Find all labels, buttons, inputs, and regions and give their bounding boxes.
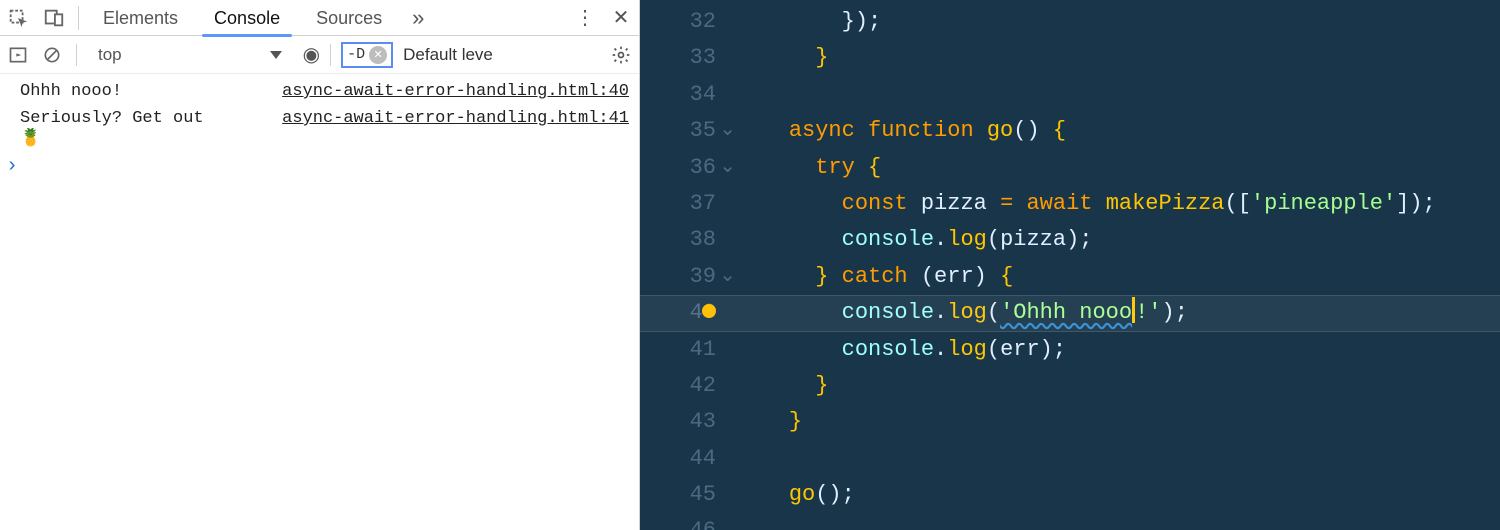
- clear-console-icon[interactable]: [42, 45, 66, 65]
- log-levels-select[interactable]: Default leve: [403, 45, 511, 65]
- console-toolbar: top ◉ -D ✕ Default leve: [0, 36, 639, 74]
- tab-sources[interactable]: Sources: [298, 0, 400, 36]
- log-message: Seriously? Get out 🍍: [20, 109, 220, 149]
- editor-gutter: 323334353637383940414243444546: [640, 0, 736, 530]
- editor-code[interactable]: }); } async function go() { try { const …: [736, 0, 1500, 530]
- divider: [330, 44, 331, 66]
- line-number[interactable]: 32: [640, 4, 736, 40]
- log-source-link[interactable]: async-await-error-handling.html:41: [282, 109, 629, 128]
- line-number[interactable]: 37: [640, 186, 736, 222]
- divider: [76, 44, 77, 66]
- code-editor[interactable]: 323334353637383940414243444546 }); } asy…: [640, 0, 1500, 530]
- chevron-down-icon: [270, 51, 282, 59]
- console-output: Ohhh nooo! async-await-error-handling.ht…: [0, 74, 639, 530]
- line-number[interactable]: 34: [640, 77, 736, 113]
- code-line[interactable]: [736, 513, 1500, 530]
- console-log-row: Ohhh nooo! async-await-error-handling.ht…: [0, 80, 639, 107]
- code-line[interactable]: }: [736, 40, 1500, 76]
- devtools-panel: Elements Console Sources » ⋮ ✕ top ◉ -D …: [0, 0, 640, 530]
- line-number[interactable]: 44: [640, 441, 736, 477]
- clear-filter-icon[interactable]: ✕: [369, 46, 387, 64]
- filter-value: -D: [347, 46, 365, 63]
- line-number[interactable]: 33: [640, 40, 736, 76]
- inspect-icon[interactable]: [0, 7, 36, 29]
- line-number[interactable]: 39: [640, 259, 736, 295]
- line-number[interactable]: 45: [640, 477, 736, 513]
- context-value: top: [98, 45, 122, 65]
- console-log-row: Seriously? Get out 🍍 async-await-error-h…: [0, 107, 639, 155]
- code-line[interactable]: } catch (err) {: [736, 259, 1500, 295]
- line-number[interactable]: 41: [640, 332, 736, 368]
- line-number[interactable]: 43: [640, 404, 736, 440]
- code-line[interactable]: }: [736, 368, 1500, 404]
- gear-icon[interactable]: [611, 45, 631, 65]
- line-number[interactable]: 42: [640, 368, 736, 404]
- tabs-overflow-icon[interactable]: »: [400, 5, 436, 31]
- code-line[interactable]: go();: [736, 477, 1500, 513]
- devtools-tab-bar: Elements Console Sources » ⋮ ✕: [0, 0, 639, 36]
- code-line[interactable]: const pizza = await makePizza(['pineappl…: [736, 186, 1500, 222]
- log-message: Ohhh nooo!: [20, 82, 220, 101]
- close-icon[interactable]: ✕: [603, 5, 639, 30]
- divider: [78, 6, 79, 30]
- code-line[interactable]: console.log(err);: [736, 332, 1500, 368]
- toggle-sidebar-icon[interactable]: [8, 45, 32, 65]
- console-prompt[interactable]: ›: [0, 155, 639, 178]
- code-line[interactable]: [736, 441, 1500, 477]
- code-line[interactable]: async function go() {: [736, 113, 1500, 149]
- code-line[interactable]: try {: [736, 150, 1500, 186]
- context-select[interactable]: top: [87, 42, 293, 68]
- device-toggle-icon[interactable]: [36, 7, 72, 29]
- console-filter-input[interactable]: -D ✕: [341, 42, 393, 68]
- code-line[interactable]: console.log(pizza);: [736, 222, 1500, 258]
- line-number[interactable]: 38: [640, 222, 736, 258]
- kebab-menu-icon[interactable]: ⋮: [567, 5, 603, 30]
- line-number[interactable]: 36: [640, 150, 736, 186]
- line-highlight: [640, 295, 1500, 331]
- tab-console[interactable]: Console: [196, 0, 298, 36]
- line-number[interactable]: 35: [640, 113, 736, 149]
- tab-elements[interactable]: Elements: [85, 0, 196, 36]
- live-expression-icon[interactable]: ◉: [303, 42, 320, 67]
- log-source-link[interactable]: async-await-error-handling.html:40: [282, 82, 629, 101]
- code-line[interactable]: [736, 77, 1500, 113]
- code-line[interactable]: });: [736, 4, 1500, 40]
- code-line[interactable]: }: [736, 404, 1500, 440]
- line-number[interactable]: 46: [640, 513, 736, 530]
